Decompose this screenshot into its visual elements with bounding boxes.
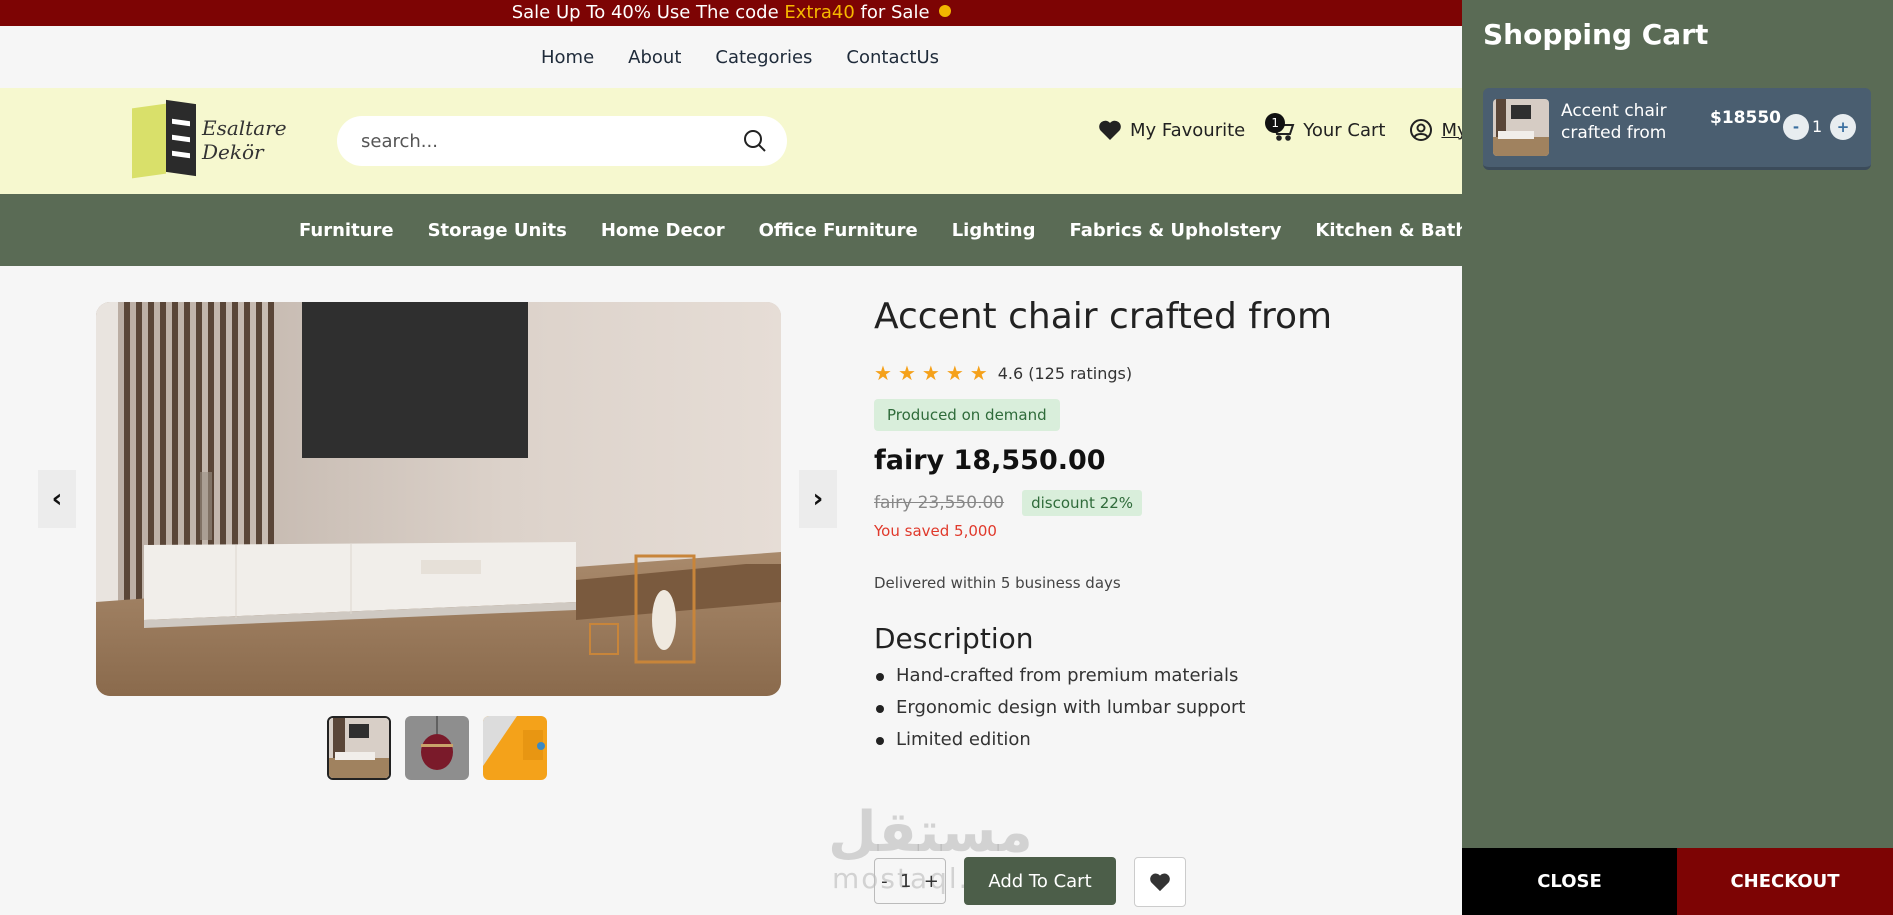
- cart-item-image: [1493, 99, 1549, 156]
- thumbnail-orange-decor[interactable]: [483, 716, 547, 780]
- site-header: Esaltare Dekör My Favourite 1 Your Cart …: [0, 88, 1486, 194]
- promo-text: Sale Up To 40% Use The code: [511, 2, 785, 23]
- nav-about[interactable]: About: [628, 47, 681, 68]
- gallery-thumbnails: [327, 716, 547, 780]
- saved-amount: You saved 5,000: [874, 522, 997, 540]
- cart-link[interactable]: 1 Your Cart: [1265, 113, 1386, 141]
- favourite-link[interactable]: My Favourite: [1098, 119, 1245, 141]
- watermark-logo: مستقل: [828, 800, 1033, 865]
- qty-decrease-button[interactable]: -: [881, 871, 888, 892]
- chevron-left-icon: ‹: [51, 484, 63, 514]
- delivery-info: Delivered within 5 business days: [874, 574, 1121, 592]
- user-icon: [1410, 119, 1433, 141]
- sale-icon: [939, 5, 952, 17]
- cart-item-decrease-button[interactable]: -: [1783, 114, 1809, 140]
- gallery-next-button[interactable]: ›: [799, 470, 837, 528]
- add-to-cart-button[interactable]: Add To Cart: [964, 857, 1116, 905]
- product-title: Accent chair crafted from: [874, 296, 1333, 337]
- cart-item-qty: 1: [1812, 117, 1823, 136]
- heart-icon: [1099, 120, 1121, 140]
- feature-item: Limited edition: [874, 729, 1434, 750]
- star-icon: ★: [921, 361, 940, 385]
- feature-item: Ergonomic design with lumbar support: [874, 697, 1434, 718]
- availability-badge: Produced on demand: [874, 399, 1060, 431]
- logo-cabinet-icon: [166, 99, 196, 177]
- search-icon[interactable]: [743, 129, 767, 153]
- old-price: fairy 23,550.00: [874, 493, 1005, 513]
- cart-item-price: $18550: [1710, 108, 1781, 128]
- description-heading: Description: [874, 622, 1034, 655]
- rating-text: 4.6 (125 ratings): [997, 363, 1133, 383]
- category-lighting[interactable]: Lighting: [952, 220, 1036, 241]
- feature-item: Hand-crafted from premium materials: [874, 665, 1434, 686]
- star-icon: ★: [945, 361, 964, 385]
- product-main-image: [96, 302, 781, 696]
- favourite-label: My Favourite: [1130, 119, 1246, 141]
- category-home-decor[interactable]: Home Decor: [601, 220, 725, 241]
- product-info: Accent chair crafted from ★ ★ ★ ★ ★ 4.6 …: [874, 296, 1434, 761]
- category-kitchen-bathroom[interactable]: Kitchen & Bathroom: [1315, 220, 1462, 241]
- heart-icon: [1150, 873, 1170, 892]
- star-icon: ★: [897, 361, 916, 385]
- cart-item-name: Accent chair crafted from: [1561, 101, 1667, 143]
- cart-item-increase-button[interactable]: +: [1830, 114, 1856, 140]
- nav-home[interactable]: Home: [541, 47, 594, 68]
- search-input[interactable]: [361, 116, 721, 166]
- add-to-favourite-button[interactable]: [1134, 857, 1186, 907]
- thumbnail-tv-unit[interactable]: [327, 716, 391, 780]
- logo[interactable]: Esaltare Dekör: [132, 99, 292, 182]
- quantity-stepper: - 1 +: [874, 858, 946, 904]
- close-cart-button[interactable]: CLOSE: [1462, 848, 1677, 915]
- feature-list: Hand-crafted from premium materials Ergo…: [874, 665, 1434, 750]
- product-rating: ★ ★ ★ ★ ★ 4.6 (125 ratings): [874, 363, 1434, 383]
- header-links: My Favourite 1 Your Cart My A: [1098, 113, 1486, 142]
- category-storage-units[interactable]: Storage Units: [428, 220, 567, 241]
- qty-value: 1: [899, 870, 912, 892]
- qty-increase-button[interactable]: +: [924, 871, 939, 892]
- promo-code: Extra40: [784, 2, 855, 23]
- cart-label: Your Cart: [1303, 119, 1386, 141]
- promo-text-end: for Sale: [854, 2, 930, 23]
- logo-mark: [132, 103, 166, 179]
- discount-badge: discount 22%: [1022, 490, 1143, 516]
- category-furniture[interactable]: Furniture: [299, 220, 394, 241]
- drawer-title: Shopping Cart: [1483, 18, 1709, 51]
- category-nav: Furniture Storage Units Home Decor Offic…: [0, 194, 1462, 266]
- cart-drawer: Shopping Cart Accent chair crafted from …: [1462, 0, 1893, 915]
- price-comparison: fairy 23,550.00 discount 22%: [874, 490, 1434, 516]
- gallery-prev-button[interactable]: ‹: [38, 470, 76, 528]
- checkout-button[interactable]: CHECKOUT: [1677, 848, 1893, 915]
- tv-unit-photo: [96, 302, 781, 696]
- cart-item: Accent chair crafted from $18550 - 1 +: [1483, 88, 1871, 170]
- brand-name-line2: Dekör: [202, 140, 264, 164]
- nav-contact[interactable]: ContactUs: [846, 47, 939, 68]
- chevron-right-icon: ›: [812, 484, 824, 514]
- product-price: fairy 18,550.00: [874, 445, 1106, 476]
- category-fabrics[interactable]: Fabrics & Upholstery: [1070, 220, 1282, 241]
- search-box: [337, 116, 787, 166]
- nav-categories[interactable]: Categories: [715, 47, 812, 68]
- brand-name-line1: Esaltare: [202, 116, 287, 140]
- top-nav: Home About Categories ContactUs: [0, 26, 1462, 88]
- category-office-furniture[interactable]: Office Furniture: [759, 220, 918, 241]
- star-icon: ★: [874, 361, 892, 385]
- thumbnail-pendant-lamp[interactable]: [405, 716, 469, 780]
- star-icon: ★: [969, 361, 988, 385]
